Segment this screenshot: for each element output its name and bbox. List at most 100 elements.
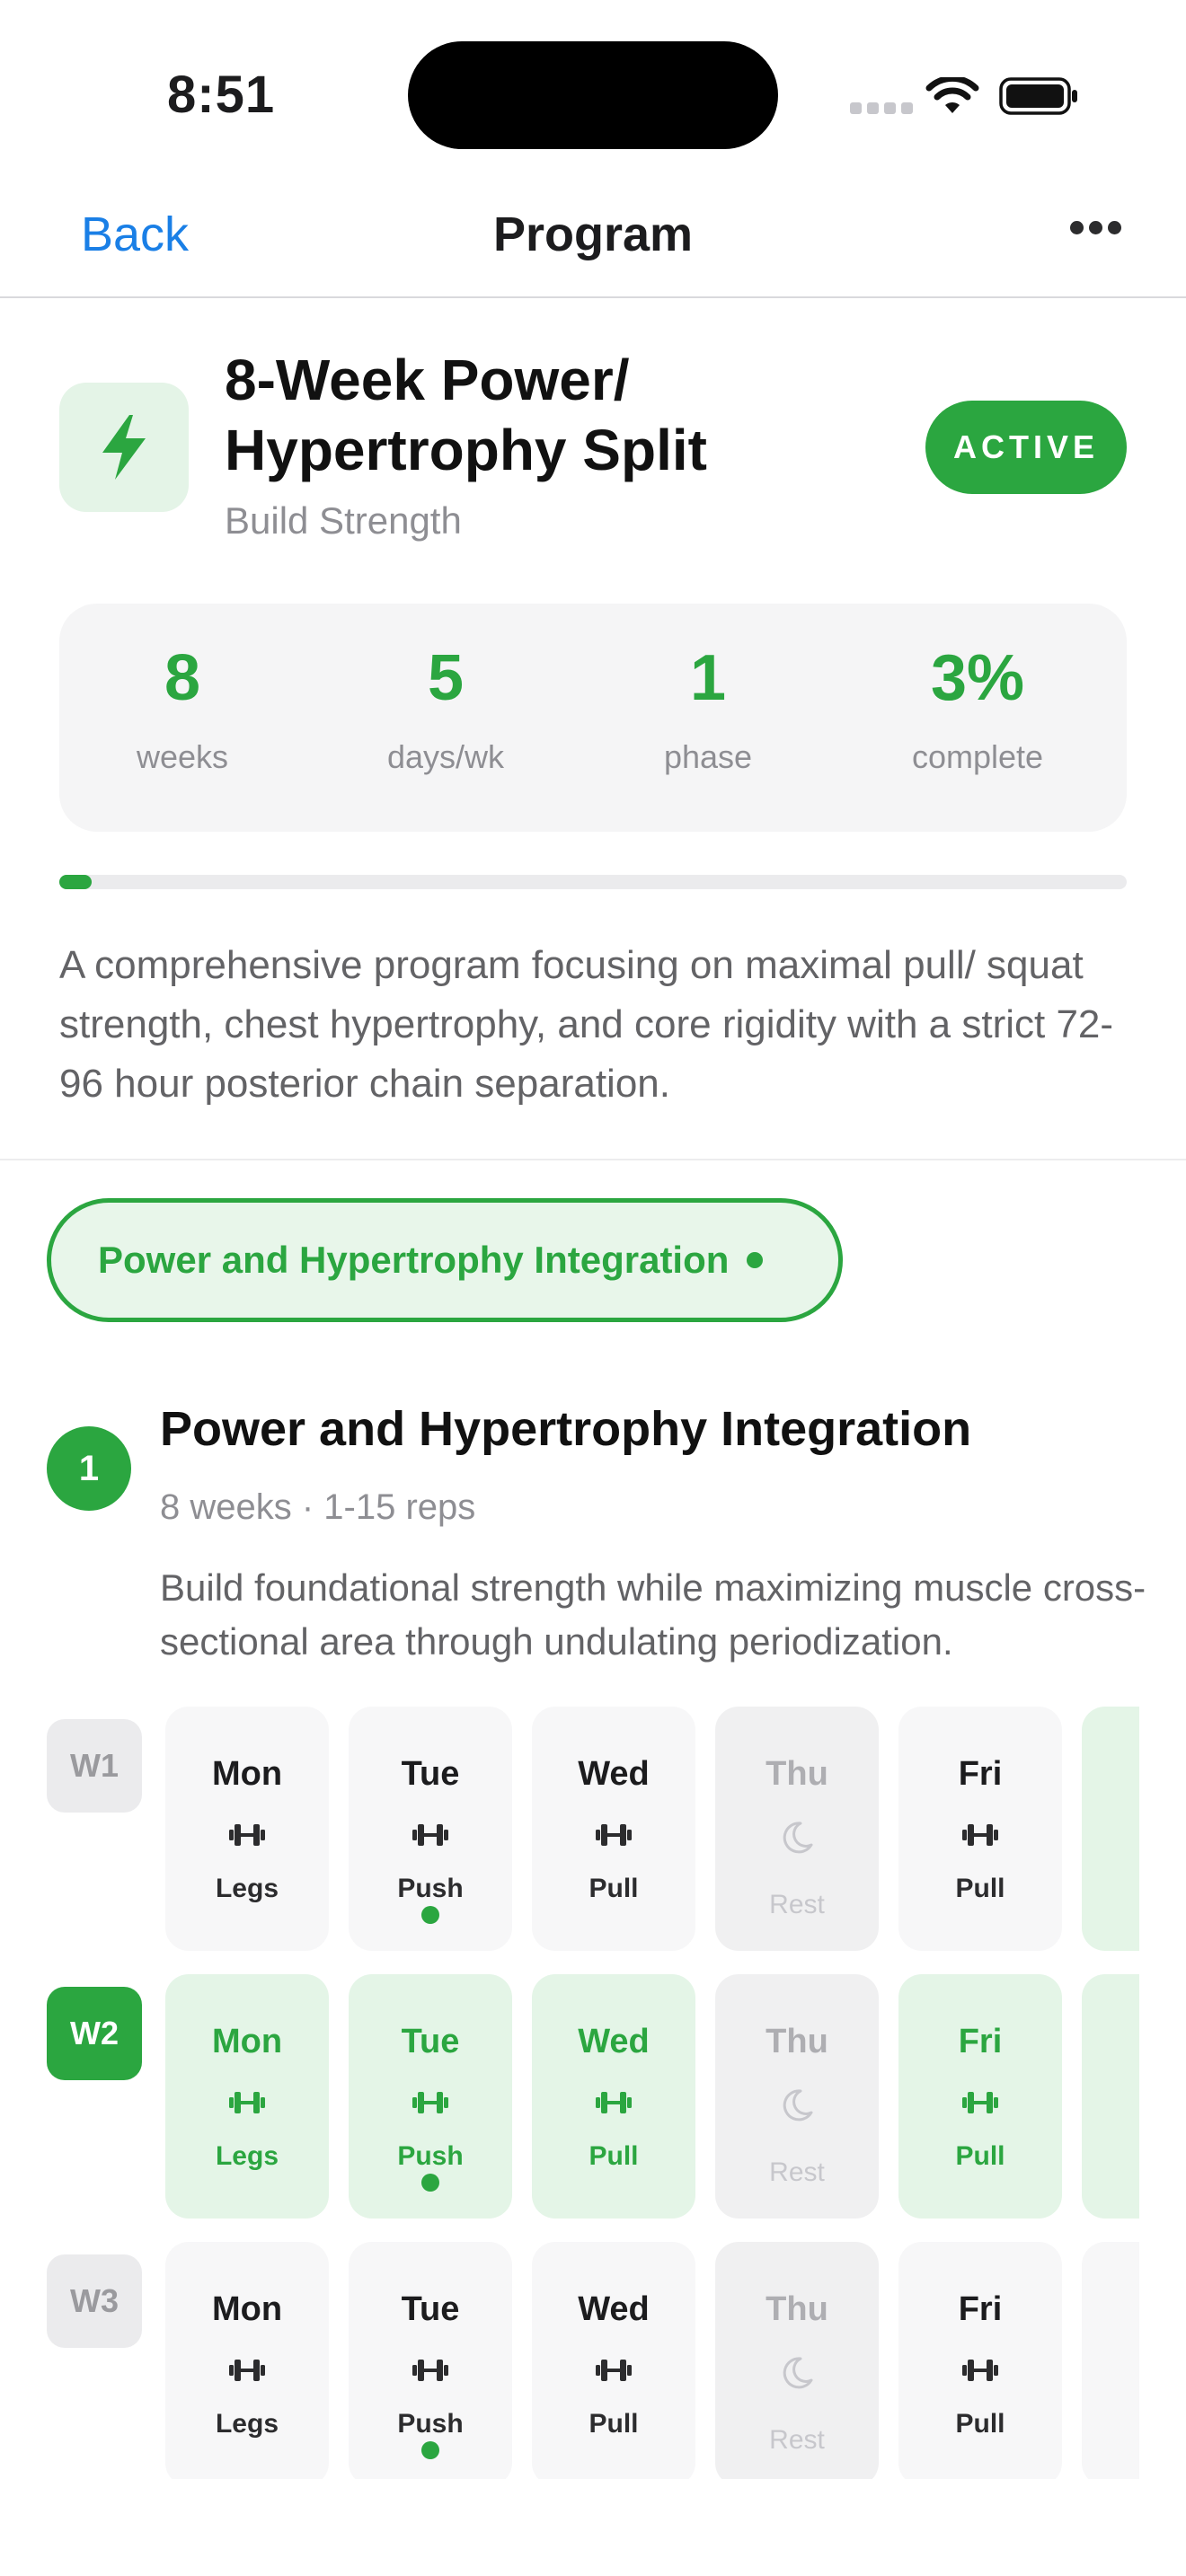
- more-options-icon[interactable]: [1070, 221, 1121, 234]
- stat-complete: 3% complete: [861, 640, 1094, 776]
- cellular-signal-icon: [850, 102, 913, 114]
- phase-number: 1: [47, 1426, 131, 1511]
- day-name: Wed: [578, 2290, 650, 2328]
- day-cell-mon[interactable]: Mon Legs: [165, 1974, 329, 2219]
- day-name: Tue: [401, 2290, 460, 2328]
- day-cell-thu[interactable]: Thu Rest: [715, 2242, 879, 2479]
- week-label[interactable]: W3: [47, 2254, 142, 2348]
- day-name: Fri: [958, 2023, 1003, 2060]
- workout-type: Push: [397, 2409, 464, 2439]
- day-cell-wed[interactable]: Wed Pull: [532, 2242, 695, 2479]
- phase-chip-label: Power and Hypertrophy Integration: [98, 1239, 730, 1281]
- week-row: W1 Mon Legs Tue Push Wed Pull Thu Rest Fri Pull: [0, 1707, 1139, 1951]
- moon-icon: [715, 2087, 879, 2123]
- day-name: Tue: [401, 1755, 460, 1793]
- day-cell-next[interactable]: [1082, 1974, 1139, 2219]
- day-name: Wed: [578, 1755, 650, 1793]
- week-row: W3 Mon Legs Tue Push Wed Pull Thu Rest Fri Pull: [0, 2242, 1139, 2479]
- dumbbell-icon: [349, 1820, 512, 1850]
- week-label[interactable]: W2: [47, 1987, 142, 2080]
- workout-type: Pull: [589, 2409, 639, 2439]
- today-indicator-dot: [421, 1906, 439, 1924]
- dumbbell-icon: [898, 1820, 1062, 1850]
- phase-chip[interactable]: Power and Hypertrophy Integration: [47, 1198, 843, 1322]
- workout-type: Pull: [955, 1874, 1005, 1903]
- day-cell-thu[interactable]: Thu Rest: [715, 1707, 879, 1951]
- stat-label: phase: [663, 738, 753, 775]
- day-cell-fri[interactable]: Fri Pull: [898, 1707, 1062, 1951]
- moon-icon: [715, 2355, 879, 2391]
- stat-label: complete: [911, 738, 1044, 775]
- stat-weeks: 8 weeks: [66, 640, 299, 776]
- program-progress-bar: [59, 875, 1127, 889]
- workout-type: Push: [397, 2141, 464, 2171]
- day-cell-next[interactable]: [1082, 1707, 1139, 1951]
- stat-value: 8: [164, 642, 201, 714]
- bolt-icon: [59, 383, 189, 512]
- dumbbell-icon: [165, 2087, 329, 2118]
- workout-type: Pull: [955, 2141, 1005, 2171]
- program-description: A comprehensive program focusing on maxi…: [59, 943, 1114, 1106]
- battery-icon: [999, 77, 1077, 115]
- stat-label: days/wk: [386, 738, 505, 775]
- day-cell-wed[interactable]: Wed Pull: [532, 1974, 695, 2219]
- divider: [0, 1159, 1186, 1160]
- day-cell-mon[interactable]: Mon Legs: [165, 1707, 329, 1951]
- dumbbell-icon: [898, 2355, 1062, 2386]
- day-name: Thu: [766, 1755, 828, 1793]
- progress-fill: [59, 875, 92, 889]
- workout-type: Rest: [769, 2425, 825, 2455]
- day-name: Mon: [211, 2290, 283, 2328]
- dumbbell-icon: [532, 2087, 695, 2118]
- status-badge: ACTIVE: [925, 401, 1127, 494]
- workout-type: Legs: [215, 2409, 279, 2439]
- weeks-grid: W1 Mon Legs Tue Push Wed Pull Thu Rest Fri Pull W2 M…: [0, 1707, 1139, 2479]
- workout-type: Legs: [215, 1874, 279, 1903]
- day-name: Fri: [958, 1755, 1003, 1793]
- workout-type: Pull: [955, 2409, 1005, 2439]
- workout-type: Pull: [589, 2141, 639, 2171]
- dumbbell-icon: [165, 2355, 329, 2386]
- day-name: Mon: [211, 2023, 283, 2060]
- day-cell-thu[interactable]: Thu Rest: [715, 1974, 879, 2219]
- dumbbell-icon: [165, 1820, 329, 1850]
- stat-value: 5: [427, 642, 465, 714]
- stat-value: 1: [689, 642, 727, 714]
- day-cell-wed[interactable]: Wed Pull: [532, 1707, 695, 1951]
- moon-icon: [715, 1820, 879, 1856]
- workout-type: Rest: [769, 1890, 825, 1919]
- phase-title: Power and Hypertrophy Integration: [160, 1402, 972, 1456]
- workout-type: Legs: [215, 2141, 279, 2171]
- week-row: W2 Mon Legs Tue Push Wed Pull Thu Rest Fri Pull: [0, 1974, 1139, 2219]
- day-name: Mon: [211, 1755, 283, 1793]
- workout-type: Pull: [589, 1874, 639, 1903]
- wifi-icon: [925, 77, 979, 113]
- day-cell-fri[interactable]: Fri Pull: [898, 2242, 1062, 2479]
- day-name: Thu: [766, 2023, 828, 2060]
- dumbbell-icon: [532, 1820, 695, 1850]
- dumbbell-icon: [349, 2087, 512, 2118]
- today-indicator-dot: [421, 2174, 439, 2192]
- back-button[interactable]: Back: [81, 207, 189, 262]
- day-cell-tue[interactable]: Tue Push: [349, 1707, 512, 1951]
- day-cell-mon[interactable]: Mon Legs: [165, 2242, 329, 2479]
- day-cell-tue[interactable]: Tue Push: [349, 1974, 512, 2219]
- workout-type: Push: [397, 1874, 464, 1903]
- day-name: Tue: [401, 2023, 460, 2060]
- day-name: Fri: [958, 2290, 1003, 2328]
- stat-value: 3%: [930, 642, 1025, 714]
- day-cell-next[interactable]: [1082, 2242, 1139, 2479]
- day-name: Thu: [766, 2290, 828, 2328]
- dumbbell-icon: [349, 2355, 512, 2386]
- stat-label: weeks: [136, 738, 229, 775]
- dumbbell-icon: [532, 2355, 695, 2386]
- program-subtitle: Build Strength: [225, 499, 462, 542]
- day-cell-tue[interactable]: Tue Push: [349, 2242, 512, 2479]
- phase-chip-dot: [747, 1252, 764, 1268]
- week-label[interactable]: W1: [47, 1719, 142, 1813]
- day-name: Wed: [578, 2023, 650, 2060]
- dumbbell-icon: [898, 2087, 1062, 2118]
- stat-phase: 1 phase: [591, 640, 825, 776]
- day-cell-fri[interactable]: Fri Pull: [898, 1974, 1062, 2219]
- dynamic-island: [408, 41, 778, 149]
